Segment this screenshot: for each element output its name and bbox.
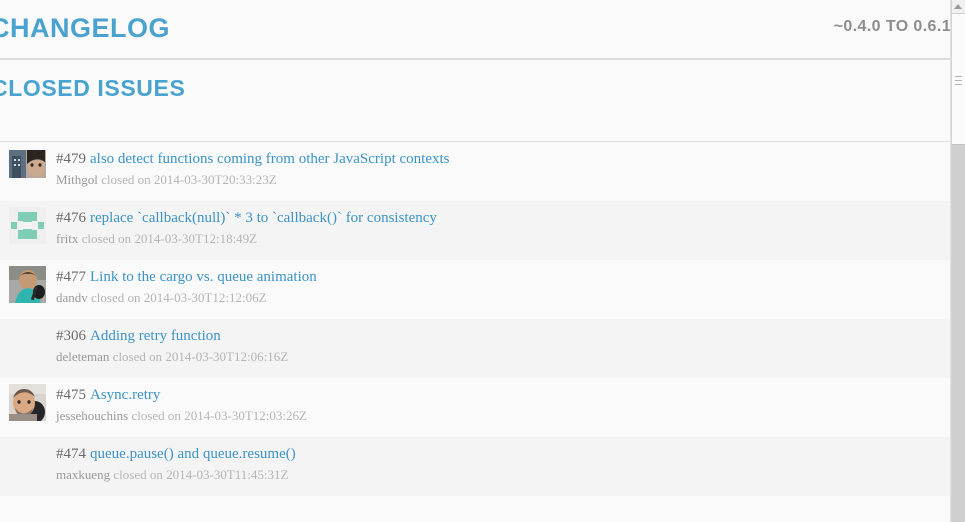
issue-meta: deleteman closed on 2014-03-30T12:06:16Z [56,349,288,365]
issue-title-link[interactable]: Link to the cargo vs. queue animation [90,269,317,285]
issue-number: #306 [56,328,86,344]
vertical-scrollbar[interactable] [951,0,965,522]
issue-closed-date: 2014-03-30T11:45:31Z [166,467,289,482]
issue-closed-label: closed on [81,231,132,246]
issue-closed-label: closed on [91,290,141,305]
issue-author: jessehouchins [56,408,129,423]
page-root: CHANGELOG ~0.4.0 TO 0.6.1 CLOSED ISSUES … [0,0,965,522]
scrollbar-thumb[interactable] [952,13,965,145]
issue-closed-label: closed on [113,467,163,482]
issue-number: #474 [56,446,86,462]
changelog-header: CHANGELOG ~0.4.0 TO 0.6.1 [0,0,951,60]
issue-author: dandv [56,290,88,305]
issue-list: #479 also detect functions coming from o… [0,142,951,496]
scrollbar-grip-line [955,84,962,85]
avatar [9,266,46,303]
issue-number: #479 [56,151,86,167]
issue-closed-label: closed on [112,349,163,364]
scroll-up-button[interactable] [952,0,965,13]
issue-closed-date: 2014-03-30T12:03:26Z [184,408,307,423]
section-header: CLOSED ISSUES [0,60,951,142]
issue-closed-label: closed on [101,172,151,187]
issue-author: Mithgol [56,172,98,187]
issue-number: #475 [56,387,86,403]
issue-title-link[interactable]: queue.pause() and queue.resume() [90,446,296,462]
issue-heading: #476 replace `callback(null)` * 3 to `ca… [56,209,437,227]
issue-heading: #475 Async.retry [56,386,160,404]
scrollbar-grip-line [955,80,962,81]
document-content: CHANGELOG ~0.4.0 TO 0.6.1 CLOSED ISSUES … [0,0,951,522]
scrollbar-track[interactable] [952,13,965,522]
page-title: CHANGELOG [0,13,170,43]
issue-row[interactable]: #474 queue.pause() and queue.resume() max… [0,437,951,496]
issue-meta: maxkueng closed on 2014-03-30T11:45:31Z [56,467,288,483]
issue-title-link[interactable]: replace `callback(null)` * 3 to `callbac… [90,210,437,226]
issue-author: maxkueng [56,467,111,482]
section-title: CLOSED ISSUES [0,75,186,101]
issue-row[interactable]: #479 also detect functions coming from o… [0,142,951,201]
issue-heading: #474 queue.pause() and queue.resume() [56,445,296,463]
issue-author: fritx [56,231,79,246]
issue-closed-date: 2014-03-30T12:12:06Z [143,290,267,305]
closed-issues-section: CLOSED ISSUES #479 also detect functions… [0,60,951,496]
chevron-up-icon [954,4,962,9]
avatar [9,384,46,421]
issue-heading: #477 Link to the cargo vs. queue animati… [56,268,317,286]
issue-closed-date: 2014-03-30T12:06:16Z [165,349,289,364]
issue-closed-date: 2014-03-30T12:18:49Z [134,231,258,246]
issue-meta: fritx closed on 2014-03-30T12:18:49Z [56,231,257,247]
issue-closed-date: 2014-03-30T20:33:23Z [153,172,277,187]
issue-author: deleteman [56,349,110,364]
version-range: ~0.4.0 TO 0.6.1 [833,18,951,35]
issue-number: #477 [56,269,86,285]
issue-heading: #306 Adding retry function [56,327,221,345]
issue-title-link[interactable]: also detect functions coming from other … [90,151,450,167]
issue-row[interactable]: #475 Async.retry jessehouchins closed on … [0,378,951,437]
issue-heading: #479 also detect functions coming from o… [56,150,450,168]
issue-row[interactable]: #306 Adding retry function deleteman clos… [0,319,951,378]
issue-title-link[interactable]: Async.retry [90,387,160,403]
issue-row[interactable]: #476 replace `callback(null)` * 3 to `ca… [0,201,951,260]
issue-row[interactable]: #477 Link to the cargo vs. queue animati… [0,260,951,319]
avatar [9,207,46,244]
avatar [9,150,46,178]
issue-title-link[interactable]: Adding retry function [90,328,221,344]
issue-closed-label: closed on [131,408,181,423]
issue-meta: dandv closed on 2014-03-30T12:12:06Z [56,290,267,306]
issue-meta: jessehouchins closed on 2014-03-30T12:03… [56,408,307,424]
issue-number: #476 [56,210,86,226]
scrollbar-grip-line [955,76,962,77]
issue-meta: Mithgol closed on 2014-03-30T20:33:23Z [56,172,277,188]
